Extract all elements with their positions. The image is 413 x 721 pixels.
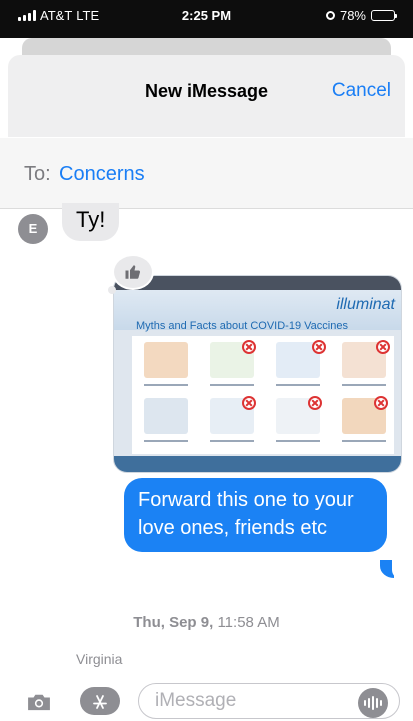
myth-x-icon [312, 340, 326, 354]
recipient-field[interactable]: To: Concerns [0, 138, 413, 209]
timestamp-day: Thu, Sep 9, [133, 614, 214, 631]
image-toolbar-strip [114, 276, 401, 290]
image-brand-text: illuminat [336, 296, 395, 313]
myth-x-icon [242, 340, 256, 354]
app-store-button[interactable] [80, 687, 120, 715]
outgoing-message-bubble[interactable]: Forward this one to your love ones, frie… [124, 478, 387, 552]
timestamp-time: 11:58 AM [217, 614, 280, 631]
image-attachment[interactable]: illuminat Myths and Facts about COVID-19… [113, 275, 402, 473]
battery-icon [371, 10, 397, 21]
myth-x-icon [376, 340, 390, 354]
audio-message-button[interactable] [358, 688, 388, 718]
myth-x-icon [308, 396, 322, 410]
thumbs-up-icon [125, 265, 141, 279]
cancel-button[interactable]: Cancel [332, 80, 391, 102]
caption-line [210, 384, 254, 386]
caption-line [210, 440, 254, 442]
caption-line [144, 440, 188, 442]
to-label: To: [24, 163, 51, 185]
battery-percent: 78% [339, 8, 366, 23]
alarm-icon [325, 11, 335, 20]
infographic-tile [144, 342, 188, 378]
compose-header: New iMessage Cancel [8, 55, 405, 137]
caption-line [144, 384, 188, 386]
incoming-message-bubble[interactable]: Ty! [62, 203, 120, 241]
camera-icon[interactable] [24, 692, 54, 712]
outgoing-bubble-tail-mask [392, 556, 404, 580]
status-bar: AT&T LTE 2:25 PM 78% [0, 0, 413, 38]
status-right-group: 78% [325, 8, 397, 23]
infographic-panel [132, 336, 394, 454]
caption-line [276, 384, 320, 386]
image-heading-text: Myths and Facts about COVID-19 Vaccines [136, 320, 348, 332]
caption-line [276, 440, 320, 442]
sender-name: Virginia [76, 651, 123, 667]
tapback-tail [108, 286, 116, 294]
image-footer-strip [114, 456, 401, 472]
avatar[interactable]: E [18, 214, 48, 244]
app-store-icon [93, 695, 107, 710]
infographic-tile [144, 398, 188, 434]
myth-x-icon [242, 396, 256, 410]
caption-line [342, 384, 386, 386]
recipient-name[interactable]: Concerns [59, 163, 145, 186]
message-timestamp: Thu, Sep 9, 11:58 AM [0, 614, 413, 631]
tapback-badge[interactable] [112, 254, 154, 290]
myth-x-icon [374, 396, 388, 410]
caption-line [342, 440, 386, 442]
